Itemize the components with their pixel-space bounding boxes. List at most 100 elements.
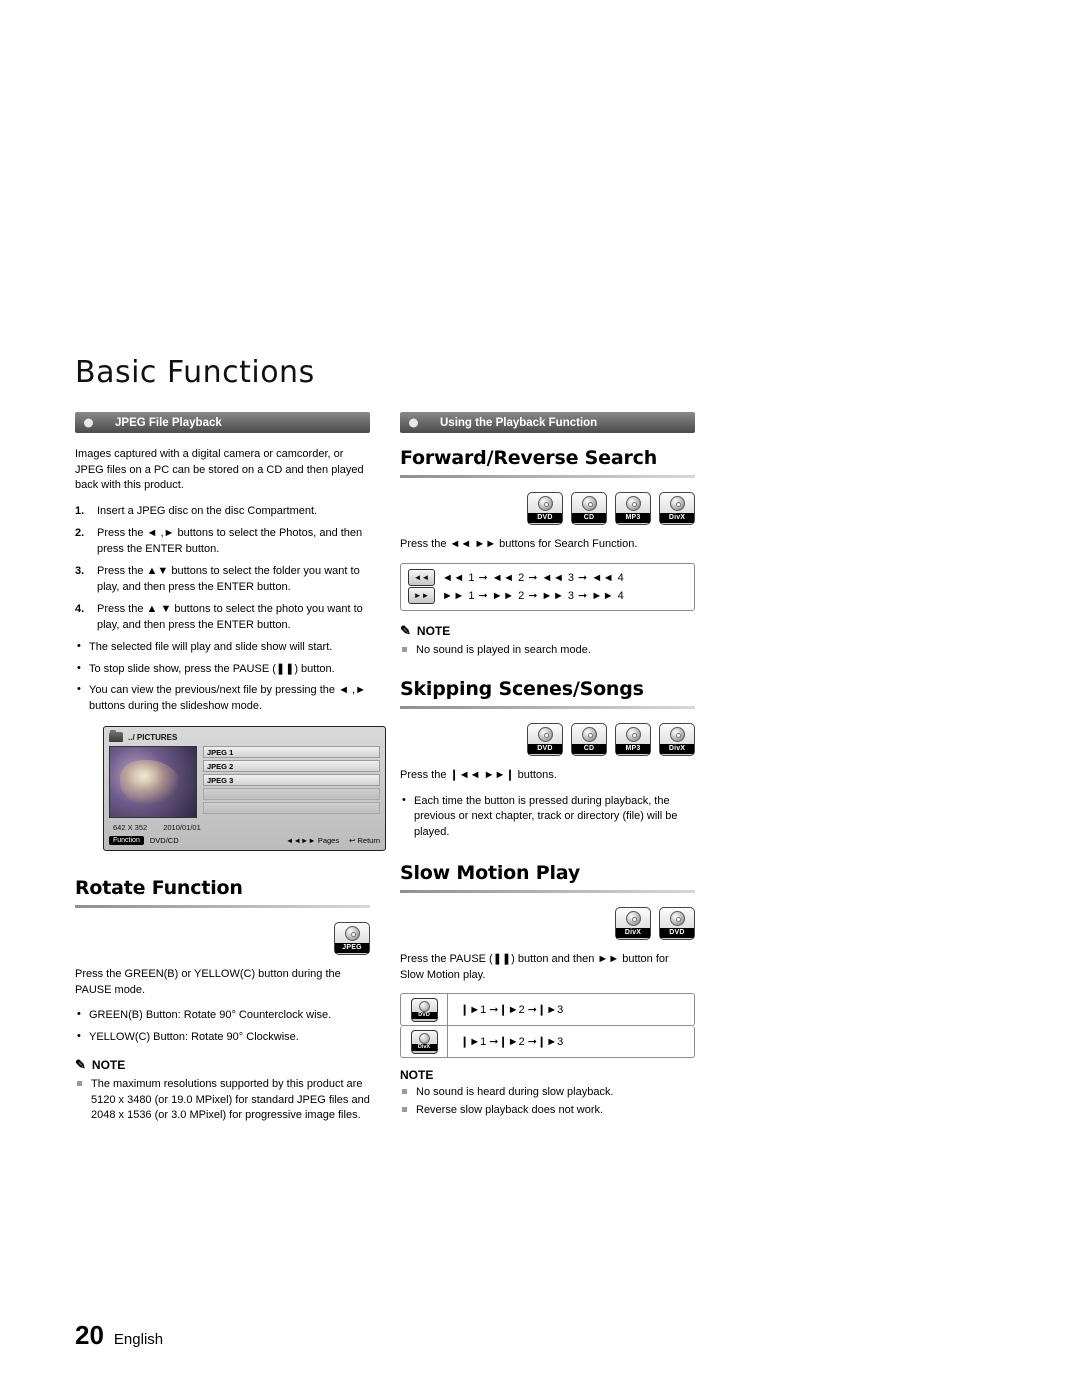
heading-rule xyxy=(400,475,695,478)
photo-thumbnail xyxy=(109,746,197,818)
disc-badge-label: MP3 xyxy=(616,744,650,754)
screen-metadata: 642 X 352 2010/01/01 xyxy=(113,823,380,832)
pictures-screen-mock: ../ PICTURES JPEG 1 JPEG 2 JPEG 3 642 X … xyxy=(103,726,386,851)
page-title: Basic Functions xyxy=(75,355,315,390)
right-column: Using the Playback Function Forward/Reve… xyxy=(400,412,695,1126)
jpeg-intro-text: Images captured with a digital camera or… xyxy=(75,448,364,491)
screen-footer-bar: Function DVD/CD ◄◄►► Pages ↩ Return xyxy=(109,836,380,845)
disc-icon xyxy=(625,727,641,742)
skipping-bullets: • Each time the button is pressed during… xyxy=(400,794,695,841)
disc-badge: MP3 xyxy=(615,492,651,525)
heading-rule xyxy=(400,890,695,893)
skip-icon: ◄◄►► xyxy=(286,836,316,845)
square-bullet-icon xyxy=(77,1081,82,1086)
disc-badge: MP3 xyxy=(615,723,651,756)
list-item: • Each time the button is pressed during… xyxy=(400,794,695,841)
bullet-icon: • xyxy=(77,661,81,674)
bullet-icon: • xyxy=(77,1008,81,1020)
forward-reverse-search-heading: Forward/Reverse Search xyxy=(400,447,658,469)
disc-badge: JPEG xyxy=(334,922,370,955)
disc-icon xyxy=(418,1000,430,1012)
disc-icon xyxy=(581,496,597,511)
search-intro-text: Press the ◄◄ ►► buttons for Search Funct… xyxy=(400,538,638,550)
search-key-sequence-box: ◄◄ ◄◄ 1 ➞ ◄◄ 2 ➞ ◄◄ 3 ➞ ◄◄ 4 ►► ►► 1 ➞ ►… xyxy=(400,562,695,611)
disc-badge-label: DivX xyxy=(660,513,694,523)
disc-icon xyxy=(669,496,685,511)
skipping-scenes-heading: Skipping Scenes/Songs xyxy=(400,678,644,700)
bullet-text: You can view the previous/next file by p… xyxy=(89,684,366,712)
disc-icon xyxy=(669,911,685,926)
section-banner-jpeg-file-playback: JPEG File Playback xyxy=(75,412,370,433)
note-label: NOTE xyxy=(416,623,451,638)
disc-icon xyxy=(418,1032,430,1044)
disc-badge: DVD xyxy=(527,492,563,525)
disc-icon xyxy=(625,496,641,511)
bullet-text: GREEN(B) Button: Rotate 90° Counterclock… xyxy=(89,1009,332,1021)
rewind-button-icon: ◄◄ xyxy=(408,569,435,586)
function-tag: Function xyxy=(109,836,144,845)
bullet-text: The selected file will play and slide sh… xyxy=(89,641,333,653)
list-item-empty xyxy=(203,788,380,800)
slow-motion-heading: Slow Motion Play xyxy=(400,862,581,884)
list-item: • YELLOW(C) Button: Rotate 90° Clockwise… xyxy=(75,1030,370,1046)
bullet-text: To stop slide show, press the PAUSE (❚❚)… xyxy=(89,662,335,675)
rotate-function-heading: Rotate Function xyxy=(75,877,243,899)
screen-path-label: ../ PICTURES xyxy=(128,732,178,742)
note-text: No sound is played in search mode. xyxy=(416,643,591,656)
disc-badges-skipping: DVD CD MP3 DivX xyxy=(400,723,695,756)
note-text: No sound is heard during slow playback. xyxy=(416,1086,614,1098)
list-item[interactable]: JPEG 3 xyxy=(203,774,380,786)
key-sequence-text: ►► 1 ➞ ►► 2 ➞ ►► 3 ➞ ►► 4 xyxy=(442,589,625,602)
disc-badge-label: DivX xyxy=(411,1043,437,1051)
list-item[interactable]: JPEG 2 xyxy=(203,760,380,772)
step-number: 1. xyxy=(75,504,85,517)
pencil-icon: ✎ xyxy=(400,622,411,638)
list-item: • The selected file will play and slide … xyxy=(75,640,370,656)
note-heading-search: ✎ NOTE xyxy=(400,623,695,639)
disc-badge: DVD xyxy=(527,723,563,756)
divx-button-icon: DivX xyxy=(410,1029,438,1054)
slow-key-cell: DivX xyxy=(401,1026,448,1057)
image-resolution: 642 X 352 xyxy=(113,823,148,832)
screen-footer-right: ◄◄►► Pages ↩ Return xyxy=(286,836,380,845)
key-sequence-text: ◄◄ 1 ➞ ◄◄ 2 ➞ ◄◄ 3 ➞ ◄◄ 4 xyxy=(442,571,625,584)
bullet-icon: • xyxy=(77,640,81,652)
list-item: • GREEN(B) Button: Rotate 90° Counterclo… xyxy=(75,1008,370,1024)
note-item: No sound is played in search mode. xyxy=(400,643,695,659)
step-text: Press the ◄ ,► buttons to select the Pho… xyxy=(97,527,363,555)
step-number: 4. xyxy=(75,603,85,615)
dvd-button-icon: DVD xyxy=(410,997,438,1022)
return-control[interactable]: ↩ Return xyxy=(349,836,380,845)
rotate-intro-text: Press the GREEN(B) or YELLOW(C) button d… xyxy=(75,968,341,996)
section-banner-using-playback-function: Using the Playback Function xyxy=(400,412,695,433)
step-text: Press the ▲ ▼ buttons to select the phot… xyxy=(97,603,363,631)
folder-icon xyxy=(109,729,123,742)
disc-badge: DivX xyxy=(659,723,695,756)
slow-intro-text: Press the PAUSE (❚❚) button and then ►► … xyxy=(400,953,669,981)
disc-icon xyxy=(669,727,685,742)
disc-badge-label: CD xyxy=(572,744,606,754)
pages-control[interactable]: ◄◄►► Pages xyxy=(286,836,339,845)
bullet-dot-icon xyxy=(409,418,418,427)
disc-badge-label: DVD xyxy=(528,744,562,754)
note-text: The maximum resolutions supported by thi… xyxy=(91,1078,370,1121)
disc-badge: DivX xyxy=(615,907,651,940)
list-item: 2. Press the ◄ ,► buttons to select the … xyxy=(75,526,370,557)
disc-badge-label: DivX xyxy=(616,928,650,938)
square-bullet-icon xyxy=(402,1089,407,1094)
key-sequence-row: DivX ❙►1 ➞❙►2 ➞❙►3 xyxy=(400,1026,695,1058)
disc-badge-label: DivX xyxy=(660,744,694,754)
disc-badge-label: MP3 xyxy=(616,513,650,523)
list-item: 1. Insert a JPEG disc on the disc Compar… xyxy=(75,504,370,520)
key-sequence-text: ❙►1 ➞❙►2 ➞❙►3 xyxy=(460,1004,564,1016)
page-number: 20 xyxy=(75,1320,104,1350)
screen-body: JPEG 1 JPEG 2 JPEG 3 xyxy=(109,746,380,818)
list-item-empty xyxy=(203,802,380,814)
disc-icon xyxy=(537,727,553,742)
note-item: No sound is heard during slow playback. xyxy=(400,1085,695,1101)
disc-icon xyxy=(344,926,360,941)
disc-icon xyxy=(537,496,553,511)
two-column-layout: JPEG File Playback Images captured with … xyxy=(75,412,695,1126)
list-item[interactable]: JPEG 1 xyxy=(203,746,380,758)
step-number: 2. xyxy=(75,527,85,539)
